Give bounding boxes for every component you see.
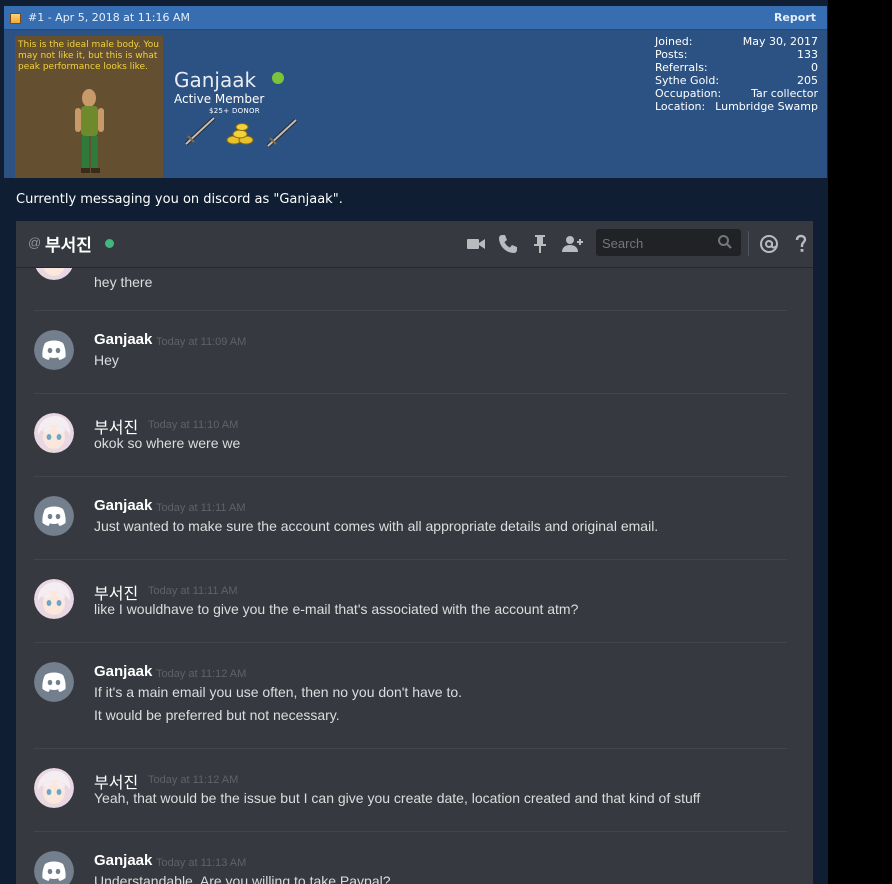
message-author[interactable]: Ganjaak [94, 852, 152, 869]
user-badges [182, 114, 302, 148]
user-avatar[interactable] [34, 579, 74, 619]
username[interactable]: Ganjaak [174, 68, 256, 92]
discord-screenshot: @ 부서진 Search hey there Ganjaak Today at … [16, 221, 813, 884]
help-icon[interactable] [789, 232, 813, 256]
user-title: Active Member [174, 92, 265, 106]
sword-icon [266, 118, 298, 148]
search-input[interactable] [596, 229, 719, 258]
user-stat-label: Occupation: [655, 87, 722, 100]
user-stat-row: Posts: 133 [655, 48, 818, 61]
message-divider [34, 831, 787, 832]
pin-icon[interactable] [528, 232, 552, 256]
user-stat-value: Tar collector [751, 87, 818, 100]
user-avatar[interactable] [34, 851, 74, 884]
user-stat-value: Lumbridge Swamp [715, 100, 818, 113]
message-text: It would be preferred but not necessary. [94, 707, 340, 723]
message-text: hey there [94, 274, 153, 290]
user-stat-label: Posts: [655, 48, 688, 61]
message-author[interactable]: Ganjaak [94, 331, 152, 348]
avatar-caption-text: may not like it, but this is what [18, 51, 158, 61]
phone-call-icon[interactable] [496, 232, 520, 256]
post-icon [10, 13, 21, 24]
online-status-icon [272, 72, 284, 84]
forum-post: #1 - Apr 5, 2018 at 11:16 AM Report This… [0, 0, 828, 884]
user-stat-value: 0 [811, 61, 818, 74]
user-stat-label: Sythe Gold: [655, 74, 720, 87]
message-divider [34, 310, 787, 311]
message-divider [34, 476, 787, 477]
user-stat-row: Location: Lumbridge Swamp [655, 100, 818, 113]
user-stat-row: Referrals: 0 [655, 61, 818, 74]
user-stat-value: 133 [797, 48, 818, 61]
user-stats: Joined: May 30, 2017 Posts: 133 Referrals: 0 S… [655, 35, 818, 113]
user-avatar[interactable] [34, 768, 74, 808]
message-text: okok so where were we [94, 435, 241, 451]
gold-coins-icon [226, 123, 254, 145]
user-avatar[interactable] [34, 496, 74, 536]
user-stat-label: Location: [655, 100, 706, 113]
message-text: Hey [94, 352, 119, 368]
message-divider [34, 393, 787, 394]
user-avatar[interactable] [34, 662, 74, 702]
message-timestamp: Today at 11:13 AM [156, 857, 247, 869]
user-stat-value: 205 [797, 74, 818, 87]
user-stat-label: Referrals: [655, 61, 708, 74]
message-author[interactable]: Ganjaak [94, 497, 152, 514]
user-stat-label: Joined: [655, 35, 693, 48]
message-text: If it's a main email you use often, then… [94, 684, 463, 700]
at-symbol: @ [28, 235, 42, 250]
message-timestamp: Today at 11:11 AM [156, 502, 246, 514]
user-avatar-image[interactable]: This is the ideal male body. You may not… [15, 36, 163, 178]
user-stat-row: Joined: May 30, 2017 [655, 35, 818, 48]
mention-icon[interactable] [757, 232, 781, 256]
add-friend-icon[interactable] [560, 232, 584, 256]
user-info-panel: This is the ideal male body. You may not… [4, 30, 827, 178]
post-meta: #1 - Apr 5, 2018 at 11:16 AM [28, 11, 190, 24]
message-author[interactable]: Ganjaak [94, 663, 152, 680]
post-message-text: Currently messaging you on discord as "G… [16, 192, 343, 207]
message-text: Understandable. Are you willing to take … [94, 873, 391, 884]
message-timestamp: Today at 11:12 AM [148, 774, 239, 786]
dm-channel-name: 부서진 [45, 236, 92, 255]
header-divider [748, 231, 749, 256]
message-timestamp: Today at 11:09 AM [156, 336, 247, 348]
post-header-bar: #1 - Apr 5, 2018 at 11:16 AM Report [4, 6, 827, 30]
message-timestamp: Today at 11:10 AM [148, 419, 239, 431]
user-avatar[interactable] [34, 268, 74, 280]
report-link[interactable]: Report [774, 11, 816, 24]
message-timestamp: Today at 11:11 AM [148, 585, 238, 597]
avatar-caption-text: This is the ideal male body. You [17, 40, 159, 50]
message-text: Just wanted to make sure the account com… [94, 518, 659, 534]
user-stat-row: Sythe Gold: 205 [655, 74, 818, 87]
avatar-caption-text: peak performance looks like. [18, 62, 148, 72]
message-list: hey there Ganjaak Today at 11:09 AM Hey 부서진 T… [16, 268, 813, 884]
sword-icon [184, 116, 216, 146]
message-text: like I wouldhave to give you the e-mail … [94, 601, 579, 617]
message-divider [34, 559, 787, 560]
user-stat-row: Occupation: Tar collector [655, 87, 818, 100]
message-divider [34, 748, 787, 749]
video-call-icon[interactable] [464, 232, 488, 256]
user-avatar[interactable] [34, 413, 74, 453]
user-avatar[interactable] [34, 330, 74, 370]
message-text: Yeah, that would be the issue but I can … [94, 790, 701, 806]
message-timestamp: Today at 11:12 AM [156, 668, 247, 680]
online-status-icon [105, 239, 114, 248]
search-field[interactable] [596, 229, 741, 258]
search-icon[interactable] [717, 234, 733, 250]
message-divider [34, 642, 787, 643]
discord-header: @ 부서진 [16, 221, 813, 268]
user-stat-value: May 30, 2017 [742, 35, 818, 48]
